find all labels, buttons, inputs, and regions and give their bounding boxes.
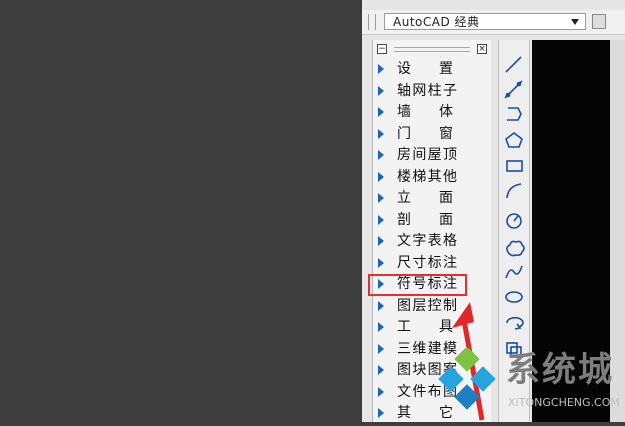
watermark: 系统城 XITONGCHENG.COM [430, 346, 625, 422]
side-menu-item[interactable]: 立面 [373, 187, 489, 209]
expand-triangle-icon [378, 64, 384, 74]
chevron-down-icon[interactable] [571, 19, 579, 25]
workspace-combo[interactable]: AutoCAD 经典 [384, 13, 586, 30]
menu-highlight-box [368, 274, 467, 296]
expand-triangle-icon [378, 214, 384, 225]
toolbar-grip[interactable] [368, 14, 376, 30]
side-menu-item[interactable]: 剖面 [373, 209, 489, 231]
side-menu-item-label: 房间屋顶 [397, 147, 457, 163]
panel-drag-bar[interactable] [394, 47, 470, 52]
side-menu-item[interactable]: 设置 [373, 58, 489, 80]
side-menu-item-label: 墙体 [397, 104, 453, 120]
side-menu-item[interactable]: 房间屋顶 [373, 144, 489, 166]
line-icon[interactable] [505, 56, 522, 73]
side-menu-item-label: 尺寸标注 [397, 254, 457, 271]
expand-triangle-icon [378, 193, 384, 203]
side-menu-item-label: 剖面 [397, 211, 453, 228]
ellipse-icon[interactable] [505, 291, 523, 303]
expand-triangle-icon [378, 365, 384, 375]
side-menu-item[interactable]: 文字表格 [373, 230, 489, 252]
side-menu-item-label: 设置 [397, 61, 453, 77]
circle-icon[interactable] [506, 213, 522, 229]
expand-triangle-icon [378, 343, 384, 354]
side-menu-item[interactable]: 墙体 [373, 101, 489, 123]
construction-line-icon[interactable] [504, 80, 523, 99]
expand-triangle-icon [378, 408, 384, 418]
close-icon[interactable]: × [477, 44, 487, 54]
side-menu-item-label: 文字表格 [397, 233, 457, 249]
expand-triangle-icon [378, 171, 384, 182]
expand-triangle-icon [378, 150, 384, 160]
rectangle-icon[interactable] [506, 160, 523, 172]
watermark-brand: 系统城 [506, 350, 614, 390]
spline-icon[interactable] [505, 265, 523, 279]
expand-triangle-icon [378, 257, 384, 268]
workspace-combo-value: AutoCAD 经典 [393, 15, 480, 29]
side-menu-item[interactable]: 楼梯其他 [373, 166, 489, 188]
side-menu-item[interactable]: 尺寸标注 [373, 252, 489, 274]
side-menu-item-label: 轴网柱子 [397, 82, 457, 99]
polyline-icon[interactable] [507, 107, 522, 121]
revision-cloud-icon[interactable] [506, 240, 525, 257]
expand-triangle-icon [378, 85, 384, 96]
ellipse-arc-icon[interactable] [506, 316, 524, 330]
collapse-icon[interactable]: − [377, 44, 387, 54]
polygon-icon[interactable] [505, 132, 523, 148]
side-menu-item-label: 门窗 [397, 125, 453, 142]
expand-triangle-icon [378, 322, 384, 332]
expand-triangle-icon [378, 236, 384, 246]
watermark-url: XITONGCHENG.COM [508, 396, 620, 409]
menu-panel-header: − × [377, 43, 487, 57]
side-menu-item-label: 楼梯其他 [397, 168, 457, 185]
expand-triangle-icon [378, 128, 384, 139]
expand-triangle-icon [378, 107, 384, 117]
side-menu-item-label: 立面 [397, 190, 453, 206]
workspace-toolbar: AutoCAD 经典 [362, 10, 625, 35]
side-menu-item[interactable]: 轴网柱子 [373, 80, 489, 102]
expand-triangle-icon [378, 300, 384, 311]
side-menu-item[interactable]: 门窗 [373, 123, 489, 145]
watermark-logo-icon [438, 348, 496, 410]
workspace-settings-button[interactable] [592, 14, 606, 29]
expand-triangle-icon [378, 386, 384, 397]
arc-icon[interactable] [506, 183, 522, 199]
